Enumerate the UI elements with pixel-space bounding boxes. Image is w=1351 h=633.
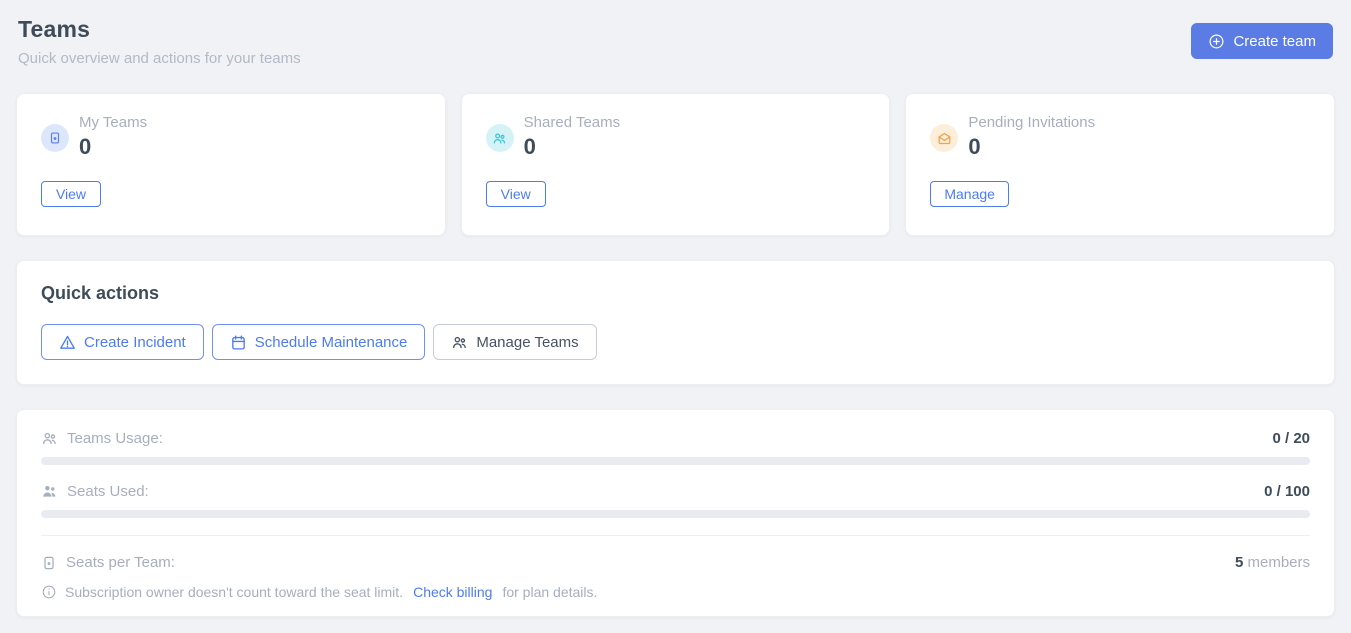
calendar-icon (230, 334, 247, 351)
shared-teams-view-button[interactable]: View (486, 181, 546, 207)
seat-limit-note: Subscription owner doesn't count toward … (41, 584, 1310, 600)
stat-value: 0 (968, 134, 1095, 160)
teams-usage-label: Teams Usage: (67, 430, 163, 447)
schedule-maintenance-button[interactable]: Schedule Maintenance (212, 324, 426, 360)
create-team-button-label: Create team (1233, 33, 1316, 50)
stat-label: Pending Invitations (968, 114, 1095, 131)
seats-used-value: 0 / 100 (1264, 483, 1310, 500)
my-teams-card: My Teams 0 View (16, 93, 446, 236)
people-filled-icon (41, 483, 58, 500)
stat-label: My Teams (79, 114, 147, 131)
info-circle-icon (41, 584, 57, 600)
people-icon (486, 124, 514, 152)
shared-teams-texts: Shared Teams 0 (524, 114, 620, 160)
stat-value: 0 (524, 134, 620, 160)
seats-used-label-wrap: Seats Used: (41, 483, 149, 500)
id-badge-icon (41, 555, 57, 571)
open-envelope-icon (930, 124, 958, 152)
people-icon (451, 334, 468, 351)
people-outline-icon (41, 430, 58, 447)
page-subtitle: Quick overview and actions for your team… (18, 50, 301, 67)
usage-divider (41, 535, 1310, 536)
quick-actions-card: Quick actions Create Incident Schedule M… (16, 260, 1335, 385)
warning-triangle-icon (59, 334, 76, 351)
teams-usage-row: Teams Usage: 0 / 20 (41, 430, 1310, 447)
pending-invitations-manage-button[interactable]: Manage (930, 181, 1009, 207)
my-teams-card-top: My Teams 0 (41, 114, 421, 160)
check-billing-link[interactable]: Check billing (413, 584, 492, 600)
teams-usage-value: 0 / 20 (1272, 430, 1310, 447)
create-team-button[interactable]: Create team (1191, 23, 1333, 59)
pending-invitations-card: Pending Invitations 0 Manage (905, 93, 1335, 236)
teams-usage-progressbar (41, 457, 1310, 465)
stat-cards-row: My Teams 0 View Shared Teams 0 View (16, 93, 1335, 236)
seats-per-team-label: Seats per Team: (66, 554, 175, 571)
schedule-maintenance-label: Schedule Maintenance (255, 334, 408, 351)
seats-per-team-value: 5 members (1235, 554, 1310, 571)
teams-page: Teams Quick overview and actions for you… (0, 0, 1351, 633)
pending-invitations-card-top: Pending Invitations 0 (930, 114, 1310, 160)
stat-value: 0 (79, 134, 147, 160)
quick-actions-buttons: Create Incident Schedule Maintenance Man… (41, 324, 1310, 360)
my-teams-texts: My Teams 0 (79, 114, 147, 160)
id-badge-icon (41, 124, 69, 152)
shared-teams-card-top: Shared Teams 0 (486, 114, 866, 160)
page-header-text: Teams Quick overview and actions for you… (18, 16, 301, 67)
quick-actions-title: Quick actions (41, 283, 1310, 304)
create-incident-button[interactable]: Create Incident (41, 324, 204, 360)
teams-usage-label-wrap: Teams Usage: (41, 430, 163, 447)
seats-per-team-row: Seats per Team: 5 members (41, 554, 1310, 571)
usage-card: Teams Usage: 0 / 20 Seats Used: 0 / 100 (16, 409, 1335, 617)
seats-used-progressbar (41, 510, 1310, 518)
manage-teams-label: Manage Teams (476, 334, 578, 351)
manage-teams-button[interactable]: Manage Teams (433, 324, 596, 360)
seats-per-team-number: 5 (1235, 554, 1243, 571)
seats-per-team-label-wrap: Seats per Team: (41, 554, 175, 571)
seats-per-team-suffix: members (1247, 554, 1310, 571)
plus-circle-icon (1208, 33, 1225, 50)
shared-teams-card: Shared Teams 0 View (461, 93, 891, 236)
my-teams-view-button[interactable]: View (41, 181, 101, 207)
note-text-after: for plan details. (502, 584, 597, 600)
seats-used-row: Seats Used: 0 / 100 (41, 483, 1310, 500)
page-title: Teams (18, 16, 301, 43)
seats-used-label: Seats Used: (67, 483, 149, 500)
note-text-before: Subscription owner doesn't count toward … (65, 584, 403, 600)
create-incident-label: Create Incident (84, 334, 186, 351)
pending-invitations-texts: Pending Invitations 0 (968, 114, 1095, 160)
page-header: Teams Quick overview and actions for you… (18, 16, 1333, 67)
stat-label: Shared Teams (524, 114, 620, 131)
